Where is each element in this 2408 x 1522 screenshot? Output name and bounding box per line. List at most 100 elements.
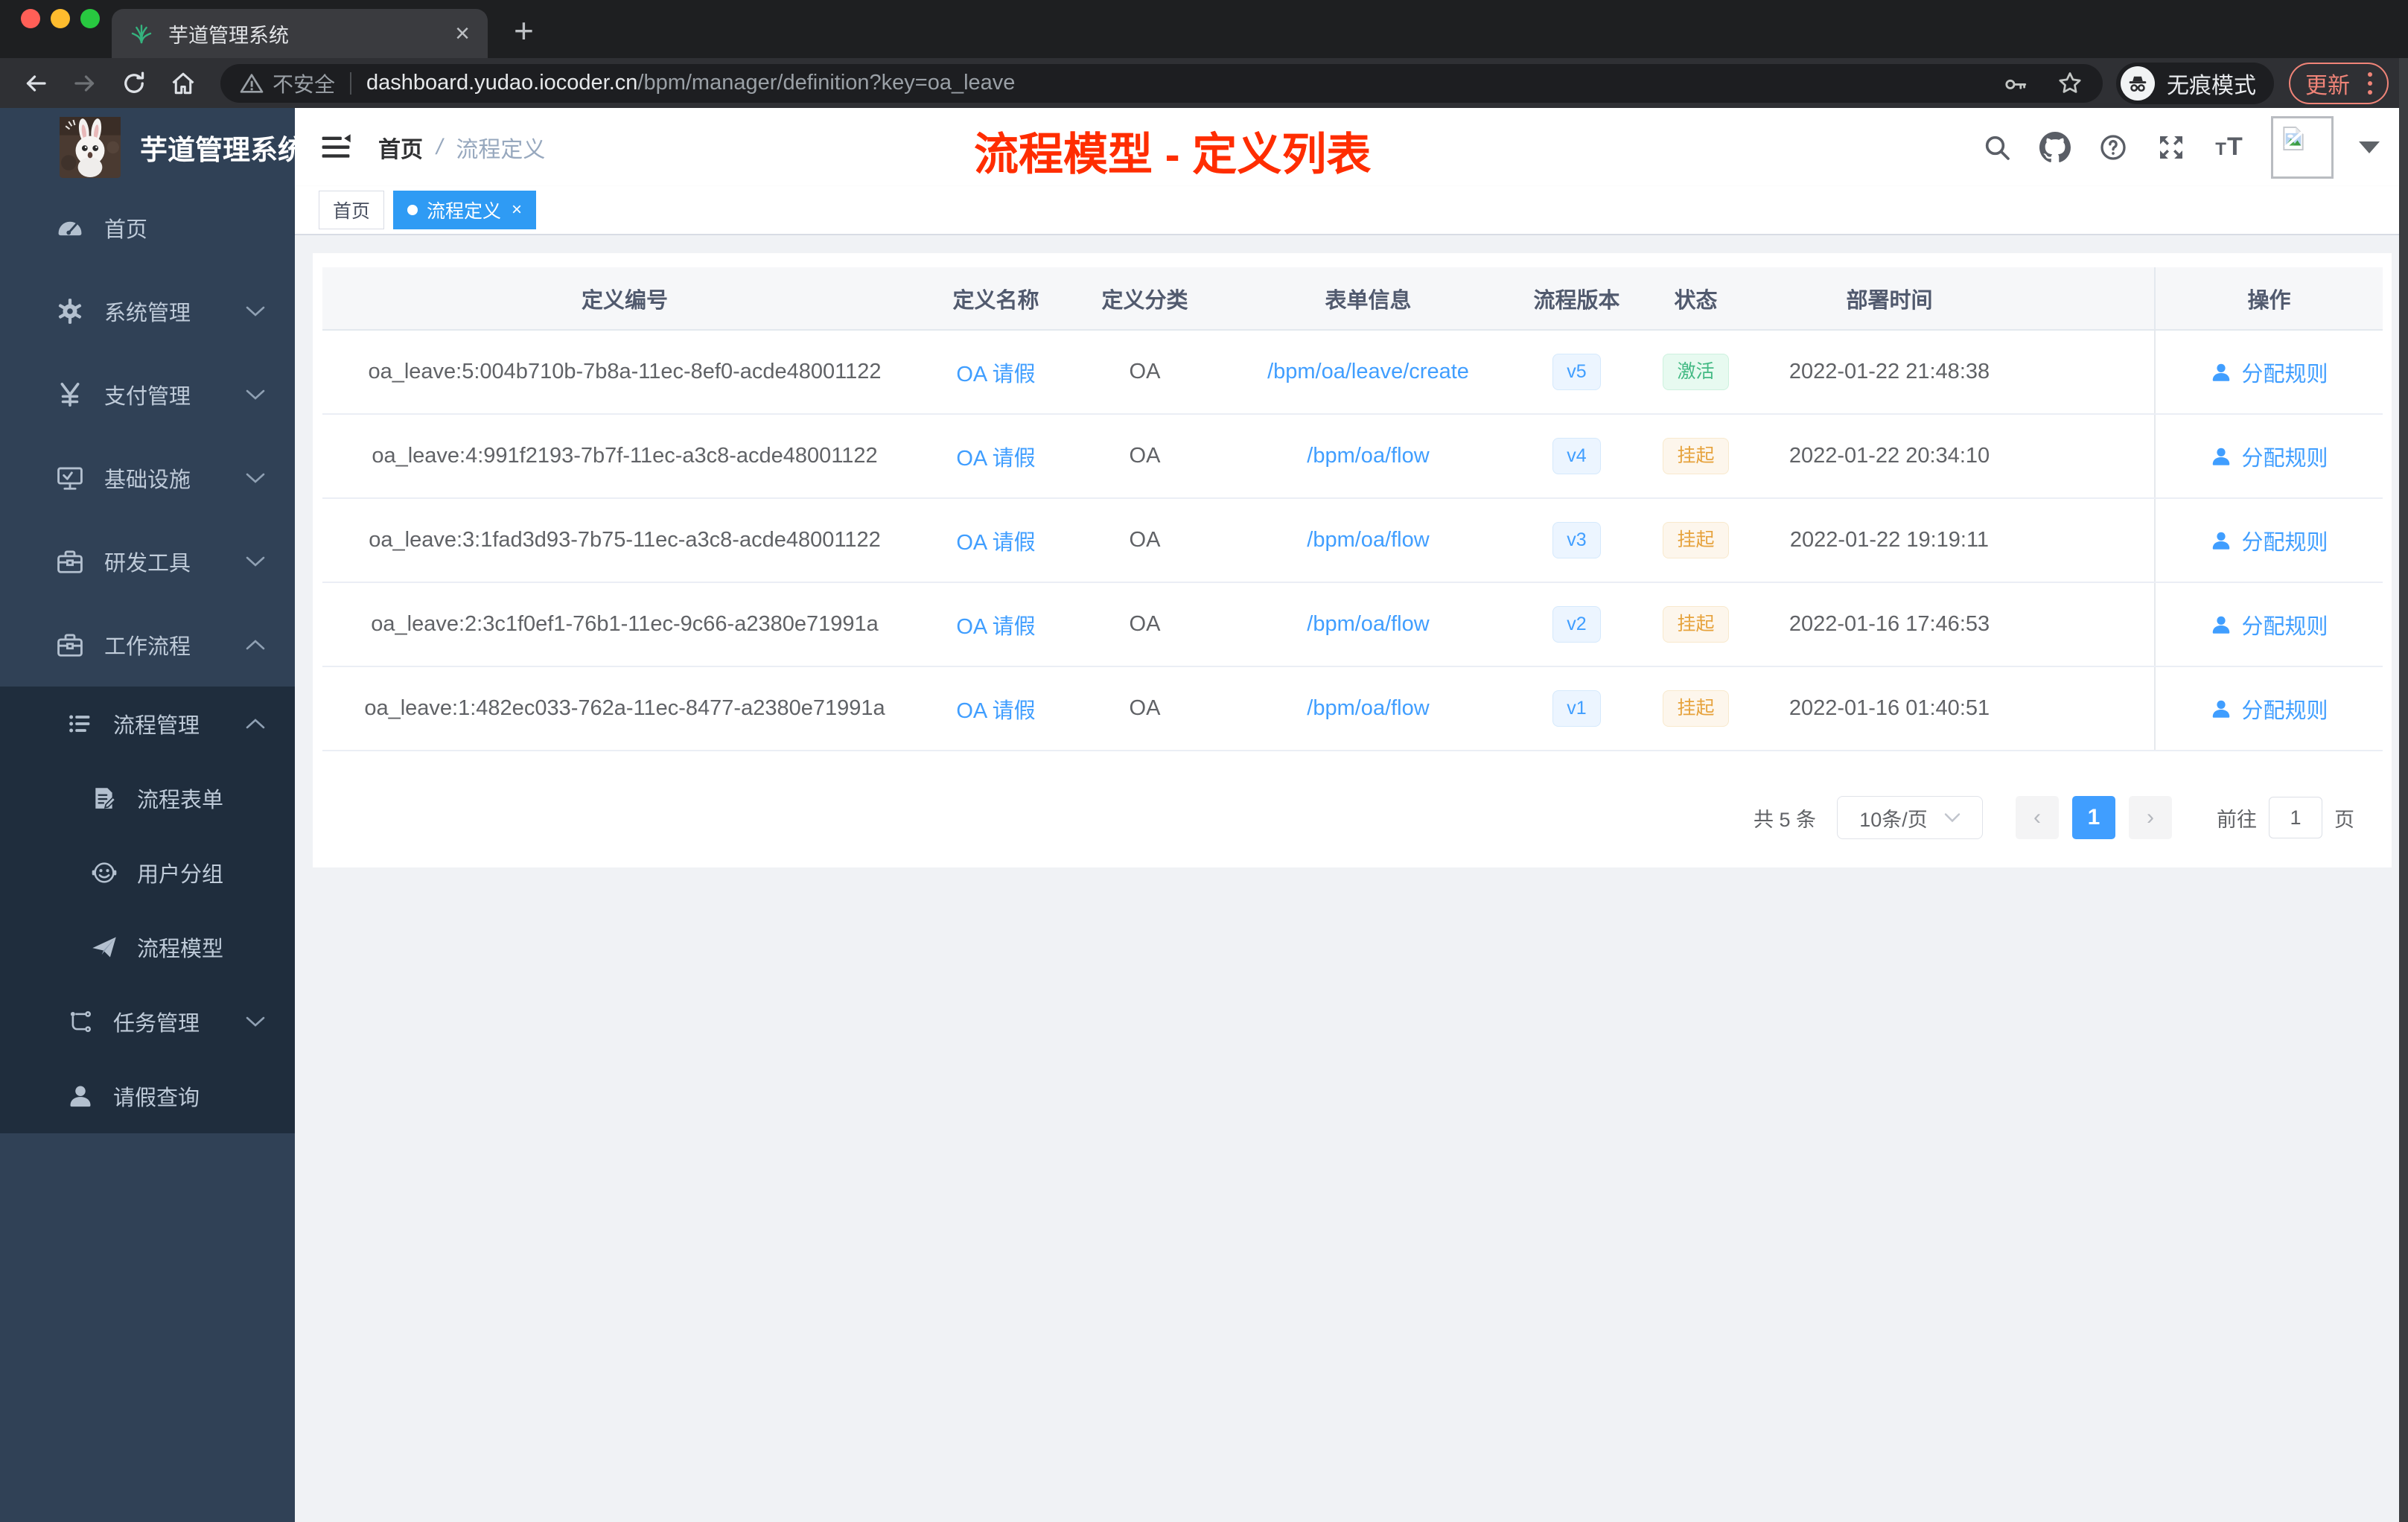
update-browser-button[interactable]: 更新 xyxy=(2289,62,2389,104)
tag-process-definition[interactable]: 流程定义 × xyxy=(393,191,537,229)
definition-name-link[interactable]: OA 请假 xyxy=(956,525,1035,556)
page-size-value: 10条/页 xyxy=(1859,808,1928,831)
form-link[interactable]: /bpm/oa/flow xyxy=(1307,696,1429,721)
sidebar-item-process-management[interactable]: 流程管理 xyxy=(0,687,295,761)
page-1-button[interactable]: 1 xyxy=(2072,796,2115,839)
status-badge: 挂起 xyxy=(1663,522,1729,558)
status-badge: 挂起 xyxy=(1663,606,1729,643)
main-area: 首页 / 流程定义 流程模型 - 定义列表 TT 首页 流程定义 × 定义编号 … xyxy=(295,108,2399,1522)
col-definition-name: 定义名称 xyxy=(952,288,1039,313)
security-label[interactable]: 不安全 xyxy=(273,69,335,98)
sidebar-item-process-model[interactable]: 流程模型 xyxy=(0,910,295,984)
tab-close-icon[interactable]: × xyxy=(455,21,470,46)
definition-id: oa_leave:3:1fad3d93-7b75-11ec-a3c8-acde4… xyxy=(369,528,881,552)
sidebar-item-user-group[interactable]: 用户分组 xyxy=(0,835,295,910)
form-link[interactable]: /bpm/oa/flow xyxy=(1307,444,1429,468)
assign-rule-link[interactable]: 分配规则 xyxy=(2241,693,2328,725)
deploy-time: 2022-01-16 01:40:51 xyxy=(1789,696,1990,720)
address-bar[interactable]: 不安全 dashboard.yudao.iocoder.cn/bpm/manag… xyxy=(220,63,2103,103)
app-logo[interactable]: 芋道管理系统 xyxy=(0,108,305,186)
close-window-button[interactable] xyxy=(21,9,40,28)
dashboard-icon xyxy=(54,214,86,242)
deploy-time: 2022-01-22 21:48:38 xyxy=(1789,360,1990,383)
sidebar-item-task-management[interactable]: 任务管理 xyxy=(0,984,295,1059)
sidebar-item-workflow[interactable]: 工作流程 xyxy=(0,603,295,687)
sidebar-item-label: 用户分组 xyxy=(137,863,224,887)
fullscreen-icon[interactable] xyxy=(2155,133,2188,162)
monitor-icon xyxy=(54,464,86,492)
sidebar-item-leave-query[interactable]: 请假查询 xyxy=(0,1059,295,1133)
header-actions: TT xyxy=(1981,108,2380,186)
minimize-window-button[interactable] xyxy=(51,9,70,28)
gear-icon xyxy=(54,297,86,325)
sidebar-item-infrastructure[interactable]: 基础设施 xyxy=(0,436,295,520)
back-icon[interactable] xyxy=(19,67,52,100)
sidebar-item-home[interactable]: 首页 xyxy=(0,186,295,270)
chevron-down-icon xyxy=(246,389,265,401)
chevron-down-icon xyxy=(1944,813,1960,823)
workflow-submenu: 流程管理 流程表单 用户分组 流程模型 任务管理 请假查询 xyxy=(0,687,295,1133)
github-icon[interactable] xyxy=(2039,131,2071,163)
page-size-select[interactable]: 10条/页 xyxy=(1837,796,1983,839)
tag-close-icon[interactable]: × xyxy=(512,200,522,220)
window-edge-scrollbar[interactable] xyxy=(2399,58,2408,1522)
sidebar-item-system[interactable]: 系统管理 xyxy=(0,270,295,353)
breadcrumb-home[interactable]: 首页 xyxy=(378,131,423,164)
sidebar-item-label: 请假查询 xyxy=(113,1086,200,1110)
breadcrumb-current: 流程定义 xyxy=(456,137,546,162)
definition-table: 定义编号 定义名称 定义分类 表单信息 流程版本 状态 部署时间 操作 oa_l… xyxy=(322,267,2383,751)
avatar-dropdown-caret-icon[interactable] xyxy=(2359,141,2380,153)
new-tab-button[interactable]: + xyxy=(514,13,534,48)
definition-name-link[interactable]: OA 请假 xyxy=(956,357,1035,388)
form-link[interactable]: /bpm/oa/leave/create xyxy=(1267,360,1469,384)
assign-rule-link[interactable]: 分配规则 xyxy=(2241,609,2328,640)
assign-rule-link[interactable]: 分配规则 xyxy=(2241,525,2328,556)
font-size-icon[interactable]: TT xyxy=(2213,133,2246,162)
assign-rule-link[interactable]: 分配规则 xyxy=(2241,441,2328,472)
menu-kebab-icon[interactable] xyxy=(2368,71,2372,95)
tag-home[interactable]: 首页 xyxy=(319,191,385,229)
definition-category: OA xyxy=(1129,444,1161,468)
help-icon[interactable] xyxy=(2097,133,2130,162)
avatar[interactable] xyxy=(2271,115,2334,179)
url-host[interactable]: dashboard.yudao.iocoder.cn xyxy=(366,71,637,95)
window-controls[interactable] xyxy=(21,9,100,28)
home-icon[interactable] xyxy=(167,67,200,100)
sidebar-item-label: 流程管理 xyxy=(113,714,200,738)
definition-name-link[interactable]: OA 请假 xyxy=(956,441,1035,472)
pagination: 共 5 条 10条/页 ‹ 1 › 前往 1 页 xyxy=(1754,788,2354,847)
definition-category: OA xyxy=(1129,528,1161,552)
sidebar-item-dev-tools[interactable]: 研发工具 xyxy=(0,520,295,603)
forward-icon[interactable] xyxy=(69,67,101,100)
table-row: oa_leave:2:3c1f0ef1-76b1-11ec-9c66-a2380… xyxy=(322,583,2383,667)
search-icon[interactable] xyxy=(1981,133,2013,162)
sidebar-collapse-icon[interactable] xyxy=(320,132,351,163)
definition-id: oa_leave:5:004b710b-7b8a-11ec-8ef0-acde4… xyxy=(368,360,882,383)
assign-rule-link[interactable]: 分配规则 xyxy=(2241,357,2328,388)
goto-page-input[interactable]: 1 xyxy=(2269,797,2322,838)
app-title: 芋道管理系统 xyxy=(140,134,305,165)
tag-label: 流程定义 xyxy=(427,201,502,222)
incognito-label: 无痕模式 xyxy=(2167,73,2256,98)
prev-page-button[interactable]: ‹ xyxy=(2016,796,2059,839)
breadcrumb: 首页 / 流程定义 xyxy=(378,108,545,186)
reload-icon[interactable] xyxy=(118,67,150,100)
chevron-down-icon xyxy=(246,555,265,567)
sidebar-item-payment[interactable]: 支付管理 xyxy=(0,353,295,436)
chevron-up-icon xyxy=(246,718,265,730)
form-link[interactable]: /bpm/oa/flow xyxy=(1307,612,1429,637)
assign-user-icon xyxy=(2213,700,2230,718)
zoom-window-button[interactable] xyxy=(80,9,100,28)
definition-name-link[interactable]: OA 请假 xyxy=(956,609,1035,640)
next-page-button[interactable]: › xyxy=(2129,796,2172,839)
bookmark-star-icon[interactable] xyxy=(2057,70,2083,97)
sidebar-item-process-form[interactable]: 流程表单 xyxy=(0,761,295,835)
definition-name-link[interactable]: OA 请假 xyxy=(956,693,1035,725)
yen-icon xyxy=(54,380,86,409)
form-link[interactable]: /bpm/oa/flow xyxy=(1307,528,1429,553)
url-path[interactable]: /bpm/manager/definition?key=oa_leave xyxy=(637,71,1015,95)
security-warning-icon[interactable] xyxy=(240,71,264,95)
browser-tab[interactable]: 芋道管理系统 × xyxy=(112,9,488,58)
sidebar-item-label: 工作流程 xyxy=(104,635,191,659)
key-icon[interactable] xyxy=(2003,71,2028,96)
